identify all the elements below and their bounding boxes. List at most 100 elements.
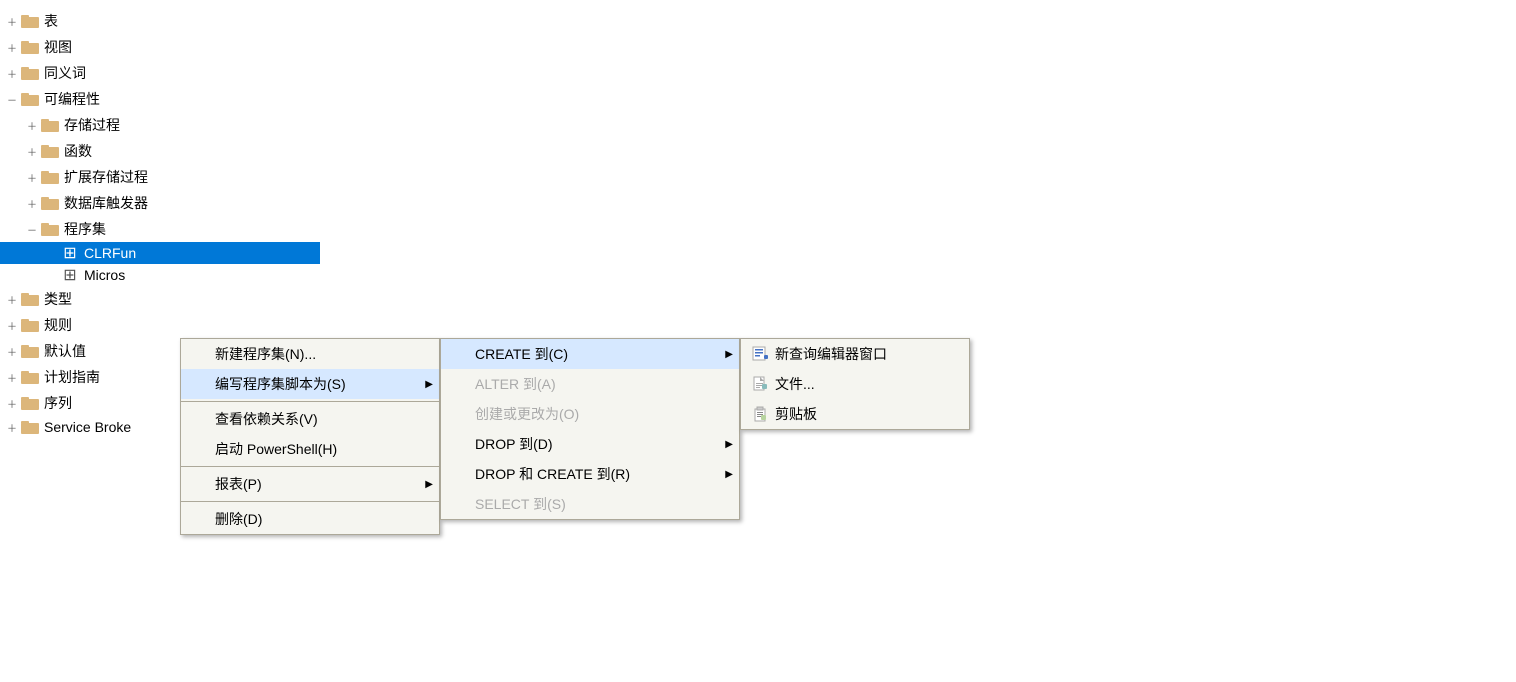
menu-item-drop-and-create[interactable]: DROP 和 CREATE 到(R) ▶	[441, 459, 739, 489]
label-views: 视图	[44, 37, 72, 57]
tree-item-dbtriggers[interactable]: ＋ 数据库触发器	[0, 190, 320, 216]
tree-item-micros[interactable]: ＋ ⊞ Micros	[0, 264, 320, 286]
tree-item-extstoredproc[interactable]: ＋ 扩展存储过程	[0, 164, 320, 190]
expand-icon-assemblies[interactable]: －	[24, 221, 40, 237]
folder-icon-assemblies	[40, 221, 60, 237]
expand-icon-rules[interactable]: ＋	[4, 317, 20, 333]
label-planguide: 计划指南	[44, 367, 100, 387]
menu-label-script-assembly: 编写程序集脚本为(S)	[215, 374, 346, 394]
folder-icon-programmability	[20, 91, 40, 107]
menu-item-clipboard[interactable]: 剪贴板	[741, 399, 969, 429]
folder-icon-storedproc	[40, 117, 60, 133]
powershell-icon	[189, 440, 211, 458]
file-icon	[749, 375, 771, 393]
expand-icon-types[interactable]: ＋	[4, 291, 20, 307]
folder-icon-dbtriggers	[40, 195, 60, 211]
expand-icon-synonyms[interactable]: ＋	[4, 65, 20, 81]
context-menu-3: 新查询编辑器窗口 文件... 剪贴板	[740, 338, 970, 430]
menu-item-new-assembly[interactable]: 新建程序集(N)...	[181, 339, 439, 369]
label-programmability: 可编程性	[44, 89, 100, 109]
folder-icon-servicebroker	[20, 419, 40, 435]
arrow-icon-create-to: ▶	[725, 349, 733, 360]
menu-item-drop-to[interactable]: DROP 到(D) ▶	[441, 429, 739, 459]
tree-item-types[interactable]: ＋ 类型	[0, 286, 320, 312]
delete-icon	[189, 510, 211, 528]
folder-icon-types	[20, 291, 40, 307]
separator-3	[181, 501, 439, 502]
tree-item-assemblies[interactable]: － 程序集	[0, 216, 320, 242]
menu-item-delete[interactable]: 删除(D)	[181, 504, 439, 534]
folder-icon-defaults	[20, 343, 40, 359]
tree-item-views[interactable]: ＋ 视图	[0, 34, 320, 60]
menu-label-view-deps: 查看依赖关系(V)	[215, 409, 318, 429]
menu-label-drop-to: DROP 到(D)	[475, 434, 553, 454]
tree-item-synonyms[interactable]: ＋ 同义词	[0, 60, 320, 86]
label-dbtriggers: 数据库触发器	[64, 193, 148, 213]
menu-item-alter-to[interactable]: ALTER 到(A)	[441, 369, 739, 399]
tree-item-tables[interactable]: ＋ 表	[0, 8, 320, 34]
arrow-icon-script-assembly: ▶	[425, 379, 433, 390]
label-defaults: 默认值	[44, 341, 86, 361]
menu-label-select-to: SELECT 到(S)	[475, 494, 566, 514]
tree-item-programmability[interactable]: － 可编程性	[0, 86, 320, 112]
new-assembly-icon	[189, 345, 211, 363]
menu-item-view-deps[interactable]: 查看依赖关系(V)	[181, 404, 439, 434]
menu-item-reports[interactable]: 报表(P) ▶	[181, 469, 439, 499]
expand-icon-views[interactable]: ＋	[4, 39, 20, 55]
folder-icon-planguide	[20, 369, 40, 385]
menu-item-powershell[interactable]: 启动 PowerShell(H)	[181, 434, 439, 464]
expand-icon-programmability[interactable]: －	[4, 91, 20, 107]
label-tables: 表	[44, 11, 58, 31]
menu-label-delete: 删除(D)	[215, 509, 262, 529]
expand-icon-planguide[interactable]: ＋	[4, 369, 20, 385]
expand-icon-dbtriggers[interactable]: ＋	[24, 195, 40, 211]
menu-item-create-or-alter[interactable]: 创建或更改为(O)	[441, 399, 739, 429]
tree-item-storedproc[interactable]: ＋ 存储过程	[0, 112, 320, 138]
label-synonyms: 同义词	[44, 63, 86, 83]
menu-label-file: 文件...	[775, 374, 815, 394]
menu-label-reports: 报表(P)	[215, 474, 262, 494]
assembly-icon-clrfunc: ⊞	[60, 245, 80, 261]
expand-icon-extstoredproc[interactable]: ＋	[24, 169, 40, 185]
folder-icon-views	[20, 39, 40, 55]
label-sequences: 序列	[44, 393, 72, 413]
menu-label-alter-to: ALTER 到(A)	[475, 374, 556, 394]
label-storedproc: 存储过程	[64, 115, 120, 135]
menu-label-drop-and-create: DROP 和 CREATE 到(R)	[475, 464, 630, 484]
tree-item-rules[interactable]: ＋ 规则	[0, 312, 320, 338]
separator-1	[181, 401, 439, 402]
drop-and-create-icon	[449, 465, 471, 483]
label-assemblies: 程序集	[64, 219, 106, 239]
menu-item-select-to[interactable]: SELECT 到(S)	[441, 489, 739, 519]
clipboard-icon	[749, 405, 771, 423]
expand-icon-tables[interactable]: ＋	[4, 13, 20, 29]
arrow-icon-reports: ▶	[425, 479, 433, 490]
folder-icon-functions	[40, 143, 60, 159]
context-menu-1: 新建程序集(N)... 编写程序集脚本为(S) ▶ 查看依赖关系(V) 启动 P…	[180, 338, 440, 535]
expand-icon-defaults[interactable]: ＋	[4, 343, 20, 359]
assembly-icon-micros: ⊞	[60, 267, 80, 283]
menu-item-script-assembly[interactable]: 编写程序集脚本为(S) ▶	[181, 369, 439, 399]
label-functions: 函数	[64, 141, 92, 161]
select-to-icon	[449, 495, 471, 513]
script-assembly-icon	[189, 375, 211, 393]
menu-label-clipboard: 剪贴板	[775, 404, 817, 424]
expand-icon-functions[interactable]: ＋	[24, 143, 40, 159]
arrow-icon-drop-to: ▶	[725, 439, 733, 450]
new-query-window-icon	[749, 345, 771, 363]
separator-2	[181, 466, 439, 467]
expand-icon-sequences[interactable]: ＋	[4, 395, 20, 411]
arrow-icon-drop-and-create: ▶	[725, 469, 733, 480]
menu-item-new-query-window[interactable]: 新查询编辑器窗口	[741, 339, 969, 369]
tree-item-clrfunc[interactable]: ＋ ⊞ CLRFun	[0, 242, 320, 264]
label-clrfunc: CLRFun	[84, 245, 136, 261]
alter-to-icon	[449, 375, 471, 393]
tree-item-functions[interactable]: ＋ 函数	[0, 138, 320, 164]
folder-icon-sequences	[20, 395, 40, 411]
menu-item-create-to[interactable]: CREATE 到(C) ▶	[441, 339, 739, 369]
drop-to-icon	[449, 435, 471, 453]
menu-item-file[interactable]: 文件...	[741, 369, 969, 399]
reports-icon	[189, 475, 211, 493]
expand-icon-servicebroker[interactable]: ＋	[4, 419, 20, 435]
expand-icon-storedproc[interactable]: ＋	[24, 117, 40, 133]
